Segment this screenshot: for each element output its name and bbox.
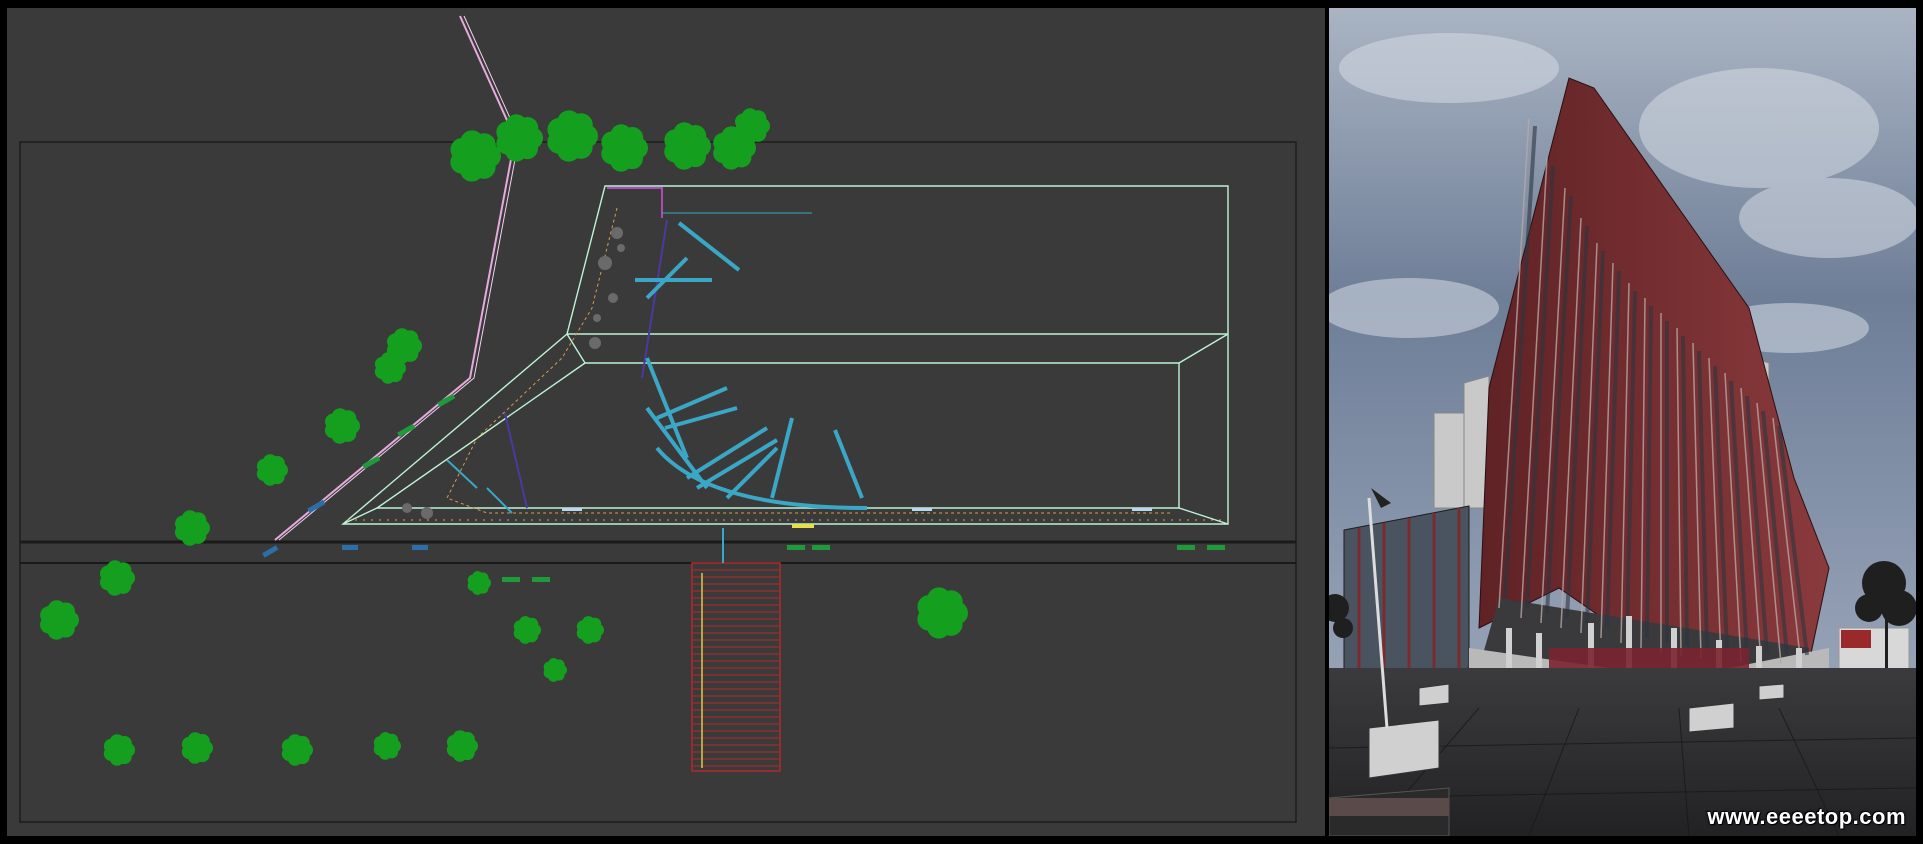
crosswalk-stairs xyxy=(691,562,781,772)
planter-shrubs xyxy=(402,227,625,519)
building-outline xyxy=(341,185,1229,525)
walkway-path xyxy=(274,15,517,541)
structural-line xyxy=(641,219,668,379)
watermark-text: www.eeeetop.com xyxy=(1707,804,1906,829)
tree-icon xyxy=(450,130,501,182)
tree-icon xyxy=(174,510,210,546)
tree-icon xyxy=(601,124,648,172)
tree-icon xyxy=(467,571,491,595)
tree-icon xyxy=(543,658,567,682)
tree-icon xyxy=(664,122,711,170)
tree-icon xyxy=(103,734,135,766)
perspective-viewport[interactable]: www.eeeetop.com xyxy=(1329,8,1916,836)
tree-icon xyxy=(281,734,313,766)
beam-small xyxy=(446,459,513,514)
tree-icon xyxy=(374,352,406,384)
tree-icon xyxy=(324,408,360,444)
tree-icon xyxy=(181,732,213,764)
side-building-window xyxy=(1841,630,1871,648)
tree-icon xyxy=(40,600,79,640)
render-image xyxy=(1329,8,1916,836)
walkway-path-edge xyxy=(278,15,520,541)
tree-icon xyxy=(547,110,598,162)
tree-icon xyxy=(256,454,288,486)
interior-profile xyxy=(446,207,1172,514)
tree-icon xyxy=(446,730,478,762)
glass-lobby xyxy=(1343,505,1470,689)
tree-icon xyxy=(373,732,402,760)
tree-group xyxy=(40,108,968,766)
tree-icon xyxy=(99,560,135,596)
tree-icon xyxy=(576,616,604,644)
scene-boundary xyxy=(19,141,1297,823)
tree-icon xyxy=(496,114,543,162)
tree-icon xyxy=(513,616,541,644)
top-view-viewport[interactable] xyxy=(7,8,1325,836)
tree-icon xyxy=(917,587,968,639)
stair-outline xyxy=(607,187,663,218)
structural-line-2 xyxy=(504,412,528,509)
plan-drawing xyxy=(19,15,1297,823)
beam-cluster xyxy=(635,221,868,510)
